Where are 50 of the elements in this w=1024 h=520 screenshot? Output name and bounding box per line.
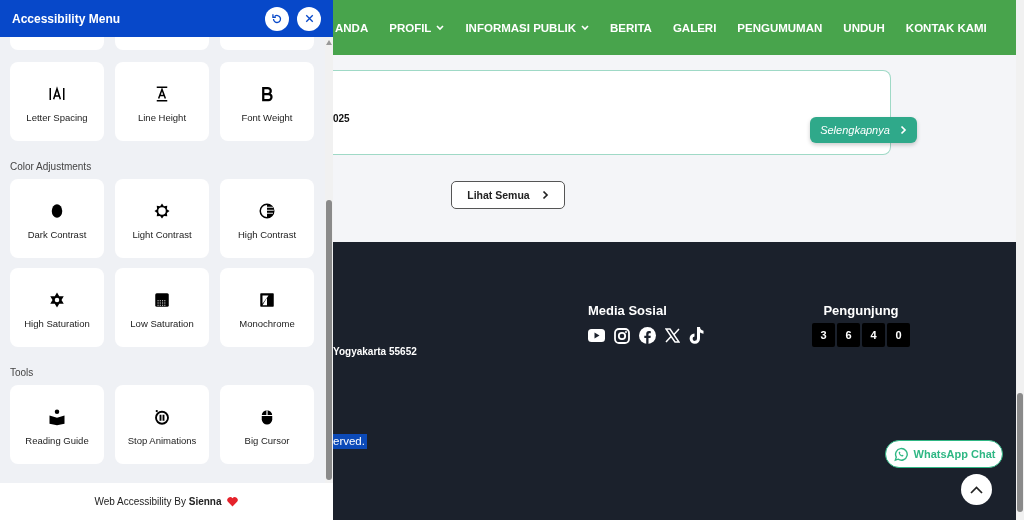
instagram-icon[interactable] [614, 327, 630, 344]
star-icon [48, 290, 66, 309]
footer-heading: Pengunjung [823, 303, 899, 318]
option-card[interactable]: Dark Contrast [10, 179, 104, 258]
counter-digit: 4 [862, 323, 885, 347]
footer-heading: Media Sosial [588, 303, 668, 318]
see-all-button[interactable]: Lihat Semua [451, 181, 565, 209]
sun-icon [153, 201, 171, 220]
counter-digit: 3 [812, 323, 835, 347]
close-button[interactable] [297, 6, 321, 31]
facebook-icon[interactable] [639, 327, 656, 344]
youtube-icon[interactable] [588, 329, 605, 342]
chevron-icon [899, 125, 907, 135]
option-card[interactable]: Light Contrast [115, 179, 209, 258]
chevron-up-icon [970, 485, 983, 494]
option-card[interactable]: Low Saturation [115, 268, 209, 347]
image-square-icon [258, 290, 276, 309]
reset-icon [270, 11, 284, 26]
mouse-icon [258, 407, 276, 426]
scrollbar[interactable] [1016, 0, 1024, 520]
address-text: Yogyakarta 55652 [333, 346, 418, 357]
option-card[interactable]: Monochrome [220, 268, 314, 347]
pause-circle-icon [153, 407, 171, 426]
chevron-icon [541, 190, 549, 200]
option-card[interactable]: Line Height [115, 62, 209, 141]
x-icon[interactable] [665, 328, 680, 343]
card-text: 025 [333, 113, 350, 124]
option-card[interactable]: High Saturation [10, 268, 104, 347]
option-card[interactable]: Reading Guide [10, 385, 104, 464]
credit-text: Web Accessibility By Sienna [94, 496, 222, 507]
copyright-text: erved. [333, 434, 367, 449]
whatsapp-icon [892, 446, 908, 462]
half-circle-icon [258, 201, 276, 220]
counter-digit: 6 [837, 323, 860, 347]
option-card[interactable]: Font Weight [220, 62, 314, 141]
book-reader-icon [48, 407, 66, 426]
reset-button[interactable] [265, 6, 289, 31]
tiktok-icon[interactable] [689, 327, 704, 344]
caret-icon [580, 24, 589, 31]
heart-icon [225, 495, 239, 508]
grid-square-icon [153, 290, 171, 309]
section-heading: Color Adjustments [10, 160, 93, 174]
menu-title: Accessibility Menu [12, 11, 122, 26]
section-heading: Tools [10, 366, 35, 380]
option-card[interactable]: High Contrast [220, 179, 314, 258]
option-card[interactable]: Letter Spacing [10, 62, 104, 141]
option-card[interactable]: Big Cursor [220, 385, 314, 464]
caret-icon [436, 24, 445, 31]
option-card[interactable]: Stop Animations [115, 385, 209, 464]
counter-digit: 0 [887, 323, 910, 347]
